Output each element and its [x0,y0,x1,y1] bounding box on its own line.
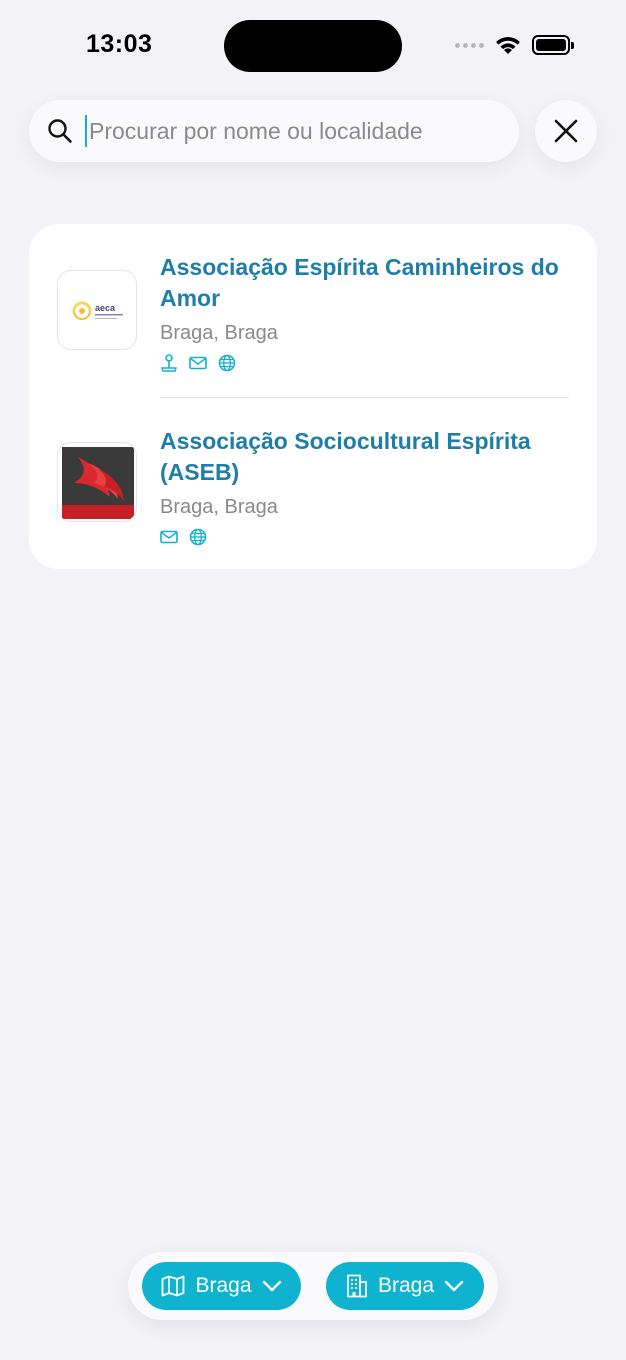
aseb-logo-icon [62,447,134,519]
municipality-filter-button[interactable]: Braga [326,1262,484,1310]
map-pin-icon[interactable] [160,354,178,372]
organization-logo [57,442,137,522]
mail-icon[interactable] [189,354,207,372]
list-divider [160,397,569,398]
svg-text:aeca: aeca [95,303,116,313]
organization-logo: aeca [57,270,137,350]
item-location: Braga, Braga [160,496,278,518]
globe-icon[interactable] [189,528,207,546]
map-icon [162,1275,185,1297]
contact-icons [160,528,570,546]
status-time: 13:03 [86,30,153,58]
results-list: aeca Associação Espírita Caminheiros do … [29,224,597,569]
item-title[interactable]: Associação Espírita Caminheiros do Amor [160,252,570,314]
search-bar[interactable] [29,100,519,162]
municipality-filter-label: Braga [377,1274,435,1297]
contact-icons [160,354,570,372]
filter-bar: Braga Braga [128,1252,498,1320]
chevron-down-icon [444,1280,464,1292]
district-filter-label: Braga [195,1274,252,1297]
district-filter-button[interactable]: Braga [142,1262,301,1310]
mail-icon[interactable] [160,528,178,546]
item-info: Associação Sociocultural Espírita (ASEB)… [160,426,570,546]
search-icon [48,119,72,143]
screen: 13:03 Procurar por nome ou localidade ae… [0,0,626,1360]
building-icon [347,1274,367,1298]
cellular-signal-icon [455,42,484,48]
chevron-down-icon [262,1280,281,1292]
aeca-logo-icon: aeca [72,301,123,320]
search-input[interactable] [85,115,505,147]
close-search-button[interactable] [535,100,597,162]
status-icons [455,34,574,56]
close-icon [554,119,578,143]
dynamic-island [224,20,402,72]
battery-icon [532,35,574,55]
item-location: Braga, Braga [160,322,278,344]
wifi-icon [496,37,520,54]
globe-icon[interactable] [218,354,236,372]
item-title[interactable]: Associação Sociocultural Espírita (ASEB) [160,426,570,488]
item-info: Associação Espírita Caminheiros do Amor … [160,252,570,372]
